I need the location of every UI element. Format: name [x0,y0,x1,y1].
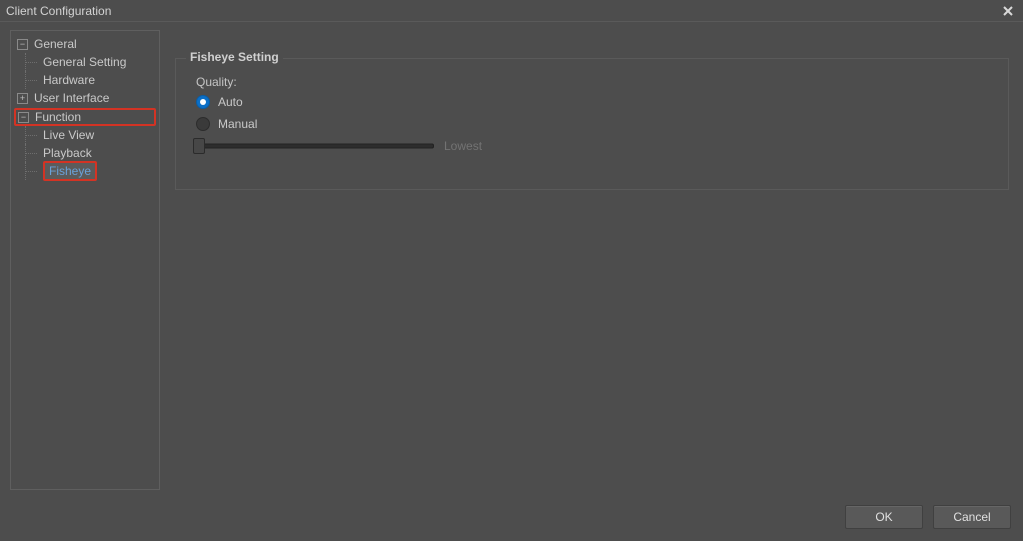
radio-icon-checked [196,95,210,109]
minus-icon[interactable]: − [17,39,28,50]
slider-thumb[interactable] [193,138,205,154]
quality-label: Quality: [196,75,994,89]
radio-auto[interactable]: Auto [196,95,994,109]
tree-item-user-interface[interactable]: + User Interface [13,89,157,107]
minus-icon[interactable]: − [18,112,29,123]
fisheye-setting-panel: Fisheye Setting Quality: Auto Manual Low… [175,58,1009,190]
tree-item-label: Function [35,110,81,124]
radio-icon-unchecked [196,117,210,131]
cancel-button[interactable]: Cancel [933,505,1011,529]
slider-track [196,144,434,149]
tree-item-live-view[interactable]: Live View [13,126,157,144]
panel-title: Fisheye Setting [186,50,283,64]
tree-item-label: User Interface [34,91,109,105]
ok-button[interactable]: OK [845,505,923,529]
tree-item-fisheye[interactable]: Fisheye [13,162,157,180]
close-button[interactable] [999,2,1017,20]
nav-tree: − General General Setting Hardware + Use… [10,30,160,490]
tree-item-label: Playback [43,146,92,160]
tree-item-hardware[interactable]: Hardware [13,71,157,89]
radio-label: Manual [218,117,257,131]
window-title: Client Configuration [6,4,111,18]
tree-item-general-setting[interactable]: General Setting [13,53,157,71]
radio-label: Auto [218,95,243,109]
tree-item-label: General [34,37,77,51]
dialog-footer: OK Cancel [845,505,1011,529]
tree-item-playback[interactable]: Playback [13,144,157,162]
tree-item-general[interactable]: − General [13,35,157,53]
close-icon [1003,6,1013,16]
dialog-body: − General General Setting Hardware + Use… [0,22,1023,541]
slider-value-label: Lowest [444,139,482,153]
tree-item-label: Hardware [43,73,95,87]
title-bar: Client Configuration [0,0,1023,22]
quality-slider[interactable] [196,139,434,153]
tree-item-function[interactable]: − Function [14,108,156,126]
tree-item-label-selected: Fisheye [43,161,97,181]
tree-item-label: Live View [43,128,94,142]
tree-item-label: General Setting [43,55,126,69]
plus-icon[interactable]: + [17,93,28,104]
radio-manual[interactable]: Manual [196,117,994,131]
